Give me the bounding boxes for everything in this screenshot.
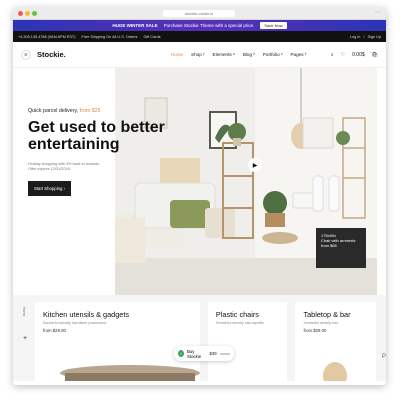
- card-price: from $29.00: [43, 328, 66, 333]
- buy-price: $39: [209, 351, 217, 356]
- hamburger-menu-icon[interactable]: ≡: [21, 49, 31, 60]
- card-subtitle: Sonderful density has capsillic: [215, 321, 265, 325]
- cart-badge-icon: ✓: [178, 350, 185, 357]
- hero-headline: Get used to better entertaining: [28, 119, 165, 153]
- cart-total[interactable]: 0.00$: [352, 52, 365, 58]
- card-subtitle: Sonderful density has taken possession: [43, 321, 107, 325]
- play-icon[interactable]: ▶: [248, 158, 262, 172]
- hero-subtext-line2: Offer expires 12/31/2018.: [28, 167, 71, 171]
- card-price: from $29.00: [303, 328, 327, 333]
- promo-title: HUGE WINTER SALE: [112, 23, 158, 28]
- buy-stockie-widget[interactable]: ✓ Buy Stockie $39: [174, 346, 234, 361]
- hero-image: ▶ 175x90x Chair with armrests from $65: [115, 68, 377, 295]
- nav-menu: Home Shop ᵞ Elements ⁶ Blog ² Portfolio …: [171, 52, 307, 57]
- nav-item-home[interactable]: Home: [171, 52, 183, 57]
- site-logo[interactable]: Stockie.: [37, 50, 66, 59]
- hero-kicker: Quick parcel delivery, from $25: [28, 108, 115, 114]
- shipping-link[interactable]: Free Shipping On All U.S. Orders: [82, 35, 138, 39]
- heart-icon[interactable]: ♡: [341, 52, 345, 58]
- offer-tag[interactable]: 175x90x Chair with armrests from $65: [316, 228, 366, 268]
- card-title: Tabletop & bar: [303, 310, 351, 319]
- card-title: Kitchen utensils & gadgets: [43, 310, 129, 319]
- nav-item-pages[interactable]: Pages ³: [290, 52, 306, 57]
- p-icon[interactable]: P: [382, 354, 386, 360]
- share-icon[interactable]: ⋯: [375, 10, 381, 17]
- category-cards: Home + Kitchen utensils & gadgets Sonder…: [13, 295, 386, 381]
- minimize-window-dot[interactable]: [25, 11, 30, 16]
- cta-label: Start Shopping: [34, 186, 63, 191]
- chevron-right-icon: ›: [63, 186, 66, 191]
- buy-label: Buy Stockie: [187, 348, 202, 359]
- close-window-dot[interactable]: [18, 11, 23, 16]
- card-kitchen[interactable]: Kitchen utensils & gadgets Sonderful den…: [35, 302, 200, 381]
- card-tabletop-bar[interactable]: Tabletop & bar Sonderful density has fro…: [295, 302, 376, 381]
- cart-icon[interactable]: 🛍: [372, 52, 378, 58]
- kicker-highlight: from $25: [79, 108, 101, 114]
- start-shopping-button[interactable]: Start Shopping ›: [28, 181, 72, 196]
- nav-item-portfolio[interactable]: Portfolio ᵛ: [263, 52, 283, 57]
- signup-link[interactable]: Sign Up: [367, 35, 381, 39]
- hero-copy: Quick parcel delivery, from $25 Get used…: [13, 68, 165, 295]
- plus-icon[interactable]: +: [23, 335, 27, 342]
- hero-section: ▶ 175x90x Chair with armrests from $65 Q…: [13, 68, 386, 295]
- kicker-prefix: Quick parcel delivery,: [28, 108, 80, 114]
- side-label: Home: [22, 307, 26, 317]
- auth-divider: /: [363, 34, 365, 39]
- nav-item-elements[interactable]: Elements ⁶: [213, 52, 235, 57]
- card-title: Plastic chairs: [215, 310, 259, 319]
- promo-bar: HUGE WINTER SALE Purchase Stockie Theme …: [13, 20, 386, 31]
- phone-number: +4.305.135.4788 (9AM-6PM EST): [18, 34, 76, 39]
- card-subtitle: Sonderful density has: [303, 321, 339, 325]
- card-plastic-chairs[interactable]: Plastic chairs Sonderful density has cap…: [207, 302, 288, 381]
- search-icon[interactable]: ⌕: [331, 52, 334, 58]
- login-link[interactable]: Log In: [350, 35, 361, 39]
- save-now-button[interactable]: Save Now: [260, 22, 287, 29]
- main-nav: ≡ Stockie. Home Shop ᵞ Elements ⁶ Blog ²…: [13, 42, 386, 68]
- browser-chrome: stockie.colabr.io ⋯: [13, 7, 386, 20]
- browser-window: stockie.colabr.io ⋯ HUGE WINTER SALE Pur…: [13, 7, 386, 385]
- nav-item-shop[interactable]: Shop ᵞ: [191, 52, 204, 57]
- promo-detail: Purchase Stockie Theme with a special pr…: [163, 23, 255, 28]
- nav-item-blog[interactable]: Blog ²: [243, 52, 255, 57]
- buy-divider: [219, 352, 230, 355]
- hero-subtext: Holiday shopping with 3% back in rewards…: [28, 162, 108, 172]
- top-bar: +4.305.135.4788 (9AM-6PM EST) Free Shipp…: [13, 31, 386, 42]
- nav-actions: ⌕ ♡ 0.00$ 🛍: [331, 52, 378, 58]
- offer-price: from $65: [321, 243, 337, 248]
- vase-illustration: [323, 362, 348, 381]
- gift-cards-link[interactable]: Gift Cards: [143, 35, 160, 39]
- maximize-window-dot[interactable]: [32, 11, 37, 16]
- address-bar[interactable]: stockie.colabr.io: [163, 10, 235, 17]
